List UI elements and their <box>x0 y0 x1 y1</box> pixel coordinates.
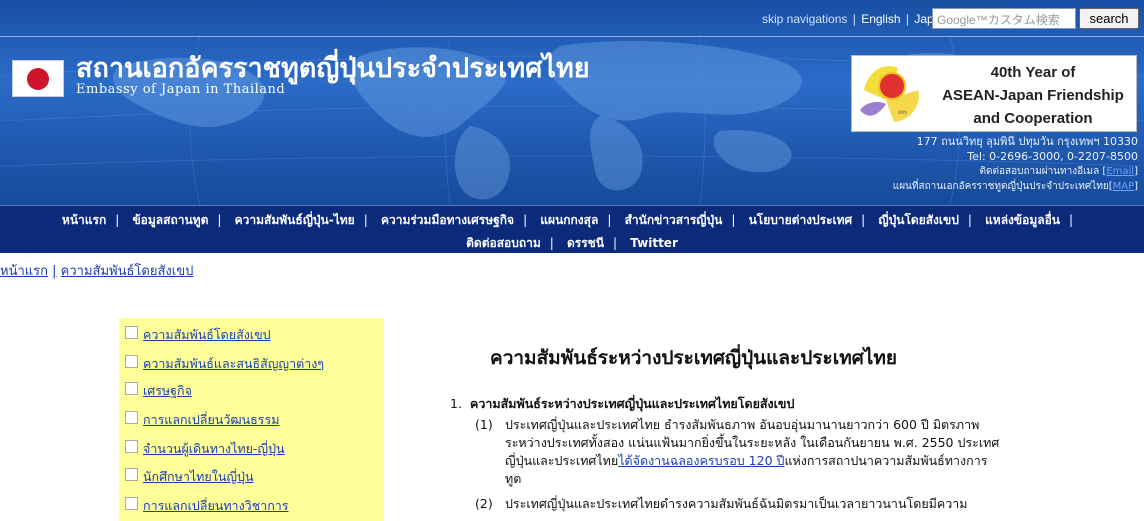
checkbox-icon <box>125 496 138 510</box>
paragraph-2: (2) ประเทศญี่ปุ่นและประเทศไทยดำรงความสัม… <box>475 495 1055 513</box>
separator: | <box>217 213 222 227</box>
banner-line: ASEAN-Japan Friendship <box>942 87 1124 104</box>
separator: | <box>731 213 736 227</box>
nav-item-contact[interactable]: ติดต่อสอบถาม <box>466 236 541 250</box>
asean-japan-logo-icon: 40th <box>860 66 919 122</box>
side-menu-item[interactable]: เศรษฐกิจ <box>125 381 192 401</box>
contact-email-line: ติดต่อสอบถามผ่านทางอีเมล [Email] <box>979 166 1139 177</box>
checkbox-icon <box>125 410 138 424</box>
search-button[interactable]: search <box>1079 8 1139 29</box>
banner-text: 40th Year of ASEAN-Japan Friendship and … <box>930 61 1136 130</box>
side-menu-label[interactable]: ความสัมพันธ์และสนธิสัญญาต่างๆ <box>143 354 324 374</box>
nav-item-home[interactable]: หน้าแรก <box>62 213 106 227</box>
separator: | <box>852 12 856 26</box>
section-title: ความสัมพันธ์ระหว่างประเทศญี่ปุ่นและประเท… <box>470 396 795 411</box>
section-heading: 1. ความสัมพันธ์ระหว่างประเทศญี่ปุ่นและประ… <box>450 394 794 414</box>
side-menu-label[interactable]: เศรษฐกิจ <box>143 381 192 401</box>
checkbox-icon <box>125 439 138 453</box>
email-link[interactable]: Email <box>1106 166 1134 177</box>
side-menu-item[interactable]: การแลกเปลี่ยนทางวิชาการ <box>125 496 289 516</box>
checkbox-icon <box>125 381 138 395</box>
separator: | <box>967 213 972 227</box>
separator: | <box>1069 213 1074 227</box>
nav-item-economic-cooperation[interactable]: ความร่วมมือทางเศรษฐกิจ <box>381 213 514 227</box>
skip-navigation-link[interactable]: skip navigations <box>762 12 847 26</box>
nav-item-japan-thai-relations[interactable]: ความสัมพันธ์ญี่ปุ่น-ไทย <box>235 213 355 227</box>
breadcrumb-separator: | <box>52 264 57 279</box>
nav-item-twitter[interactable]: Twitter <box>630 236 678 250</box>
banner-line: and Cooperation <box>973 110 1093 127</box>
side-menu: ความสัมพันธ์โดยสังเขป ความสัมพันธ์และสนธ… <box>119 318 384 521</box>
english-link[interactable]: English <box>861 12 900 26</box>
side-menu-label[interactable]: นักศึกษาไทยในญี่ปุ่น <box>143 467 254 487</box>
section-number: 1. <box>450 396 462 411</box>
nav-item-consular[interactable]: แผนกกงสุล <box>540 213 598 227</box>
side-menu-label[interactable]: การแลกเปลี่ยนทางวิชาการ <box>143 496 289 516</box>
header-divider <box>0 36 1144 37</box>
side-menu-item[interactable]: การแลกเปลี่ยนวัฒนธรรม <box>125 410 279 430</box>
side-menu-item[interactable]: จำนวนผู้เดินทางไทย-ญี่ปุ่น <box>125 439 285 459</box>
paragraph-text: ประเทศญี่ปุ่นและประเทศไทยดำรงความสัมพันธ… <box>505 496 968 511</box>
banner-line: 40th Year of <box>990 64 1076 81</box>
map-link[interactable]: MAP <box>1113 181 1135 192</box>
japan-flag-icon <box>12 60 64 97</box>
site-header: skip navigations | English | Japanese ||… <box>0 0 1144 205</box>
nav-item-japan-overview[interactable]: ญี่ปุ่นโดยสังเขป <box>878 213 958 227</box>
side-menu-label[interactable]: จำนวนผู้เดินทางไทย-ญี่ปุ่น <box>143 439 285 459</box>
checkbox-icon <box>125 467 138 481</box>
separator: | <box>549 236 554 250</box>
breadcrumb: หน้าแรก | ความสัมพันธ์โดยสังเขป <box>0 260 193 281</box>
separator: | <box>115 213 120 227</box>
map-line: แผนที่สถานเอกอัครราชทูตญี่ปุ่นประจำประเท… <box>892 181 1138 192</box>
anniversary-link[interactable]: ได้จัดงานฉลองครบรอบ 120 ปี <box>618 453 784 468</box>
paragraph-text: ประเทศญี่ปุ่นและประเทศไทย ธำรงสัมพันธภาพ… <box>505 417 1000 486</box>
paragraph-1: (1) ประเทศญี่ปุ่นและประเทศไทย ธำรงสัมพัน… <box>475 416 1055 488</box>
embassy-address: 177 ถนนวิทยุ ลุมพินี ปทุมวัน กรุงเทพฯ 10… <box>893 134 1138 194</box>
main-navigation: หน้าแรก | ข้อมูลสถานทูต | ความสัมพันธ์ญี่ป… <box>0 205 1144 253</box>
nav-item-index[interactable]: ดรรชนี <box>567 236 604 250</box>
breadcrumb-home-link[interactable]: หน้าแรก <box>0 264 48 279</box>
page-title: ความสัมพันธ์ระหว่างประเทศญี่ปุ่นและประเท… <box>490 347 897 369</box>
phone-line: Tel: 0-2696-3000, 0-2207-8500 <box>967 150 1138 163</box>
svg-text:40th: 40th <box>898 110 908 115</box>
side-menu-label[interactable]: การแลกเปลี่ยนวัฒนธรรม <box>143 410 279 430</box>
side-menu-item[interactable]: นักศึกษาไทยในญี่ปุ่น <box>125 467 254 487</box>
nav-item-embassy-info[interactable]: ข้อมูลสถานทูต <box>132 213 208 227</box>
separator: | <box>523 213 528 227</box>
main-nav-row-1: หน้าแรก | ข้อมูลสถานทูต | ความสัมพันธ์ญี่ป… <box>0 211 1144 230</box>
nav-item-other-resources[interactable]: แหล่งข้อมูลอื่น <box>985 213 1060 227</box>
nav-item-foreign-policy[interactable]: นโยบายต่างประเทศ <box>749 213 853 227</box>
separator: | <box>905 12 910 26</box>
paragraph-number: (1) <box>475 417 493 432</box>
nav-item-information-center[interactable]: สำนักข่าวสารญี่ปุ่น <box>625 213 723 227</box>
site-title-english[interactable]: Embassy of Japan in Thailand <box>76 82 285 97</box>
side-menu-item[interactable]: ความสัมพันธ์และสนธิสัญญาต่างๆ <box>125 354 324 374</box>
side-menu-label[interactable]: ความสัมพันธ์โดยสังเขป <box>143 325 271 345</box>
address-line: 177 ถนนวิทยุ ลุมพินี ปทุมวัน กรุงเทพฯ 10… <box>916 135 1138 148</box>
checkbox-icon <box>125 354 138 368</box>
checkbox-icon <box>125 325 138 339</box>
separator: | <box>607 213 612 227</box>
search-input[interactable]: Google™カスタム検索 <box>932 8 1076 29</box>
main-nav-row-2: ติดต่อสอบถาม | ดรรชนี | Twitter <box>0 234 1144 253</box>
side-menu-item[interactable]: ความสัมพันธ์โดยสังเขป <box>125 325 271 345</box>
paragraph-number: (2) <box>475 496 493 511</box>
separator: | <box>861 213 866 227</box>
separator: | <box>363 213 368 227</box>
breadcrumb-current-link[interactable]: ความสัมพันธ์โดยสังเขป <box>61 264 194 279</box>
asean-japan-banner[interactable]: 40th 40th Year of ASEAN-Japan Friendship… <box>851 55 1137 132</box>
separator: | <box>613 236 618 250</box>
